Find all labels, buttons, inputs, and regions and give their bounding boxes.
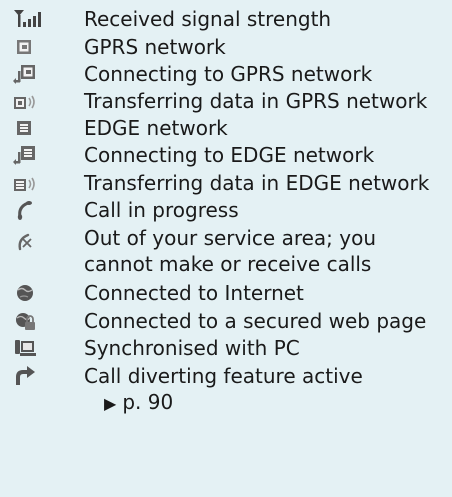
secured-web-icon — [12, 308, 42, 334]
page-reference: ▶ p. 90 — [104, 389, 173, 417]
legend-text: Received signal strength — [84, 7, 332, 31]
pc-sync-icon — [12, 335, 42, 361]
legend-text: Connecting to GPRS network — [84, 62, 373, 86]
legend-text-continued: cannot make or receive calls — [84, 252, 372, 276]
page-reference-text: p. 90 — [122, 390, 174, 414]
gprs-network-icon — [12, 34, 42, 60]
call-divert-icon — [12, 363, 42, 389]
internet-icon — [12, 280, 42, 306]
edge-connecting-icon — [12, 142, 42, 168]
legend-text: Transferring data in GPRS network — [84, 89, 428, 113]
out-of-service-icon — [12, 229, 42, 255]
gprs-connecting-icon — [12, 61, 42, 87]
edge-transfer-icon — [12, 170, 42, 196]
icon-legend-panel: Received signal strength GPRS network Co… — [0, 0, 452, 497]
legend-text: GPRS network — [84, 35, 226, 59]
call-in-progress-icon — [12, 197, 42, 223]
signal-strength-icon — [12, 6, 42, 32]
edge-network-icon — [12, 115, 42, 141]
triangle-right-icon: ▶ — [104, 394, 117, 413]
legend-text: Connected to a secured web page — [84, 309, 427, 333]
legend-text: Transferring data in EDGE network — [84, 171, 430, 195]
legend-text: EDGE network — [84, 116, 228, 140]
legend-text: Call diverting feature active — [84, 364, 363, 388]
legend-text: Synchronised with PC — [84, 336, 300, 360]
gprs-transfer-icon — [12, 88, 42, 114]
legend-text: Connecting to EDGE network — [84, 143, 375, 167]
legend-text: Connected to Internet — [84, 281, 304, 305]
legend-text: Call in progress — [84, 198, 239, 222]
legend-text: Out of your service area; you — [84, 226, 377, 250]
